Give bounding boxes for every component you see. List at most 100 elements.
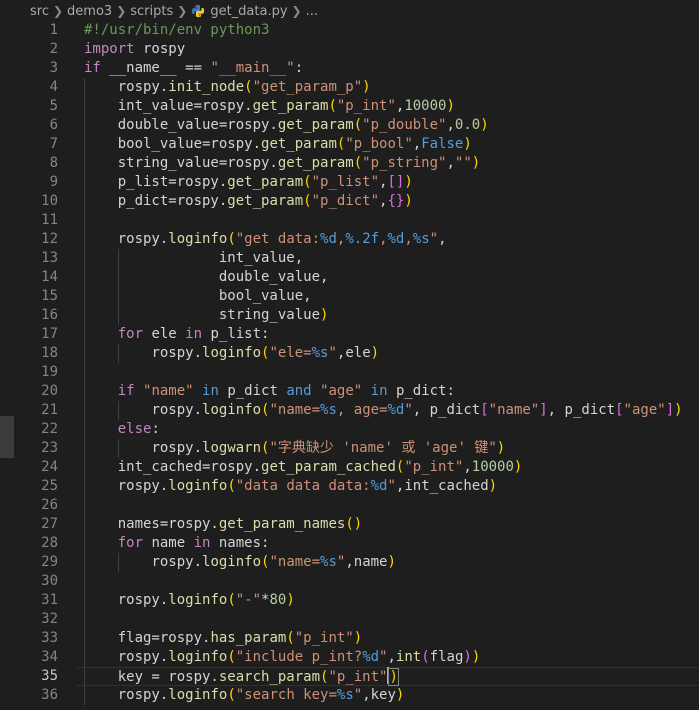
- code-token: ): [404, 174, 413, 190]
- indent-guide: [84, 135, 85, 154]
- indent-guide: [117, 439, 119, 458]
- code-token: int_value=rospy.: [117, 98, 253, 114]
- code-line[interactable]: 36 rospy.loginfo("search key=%s",key): [0, 686, 699, 705]
- breadcrumb-src[interactable]: src: [30, 4, 49, 19]
- code-token: ]: [539, 402, 548, 418]
- code-line[interactable]: 11: [0, 211, 699, 230]
- code-line[interactable]: 15 bool_value,: [0, 287, 699, 306]
- code-token: else: [117, 421, 152, 437]
- code-line[interactable]: 27 names=rospy.get_param_names(): [0, 515, 699, 534]
- code-line[interactable]: 6 double_value=rospy.get_param("p_double"…: [0, 116, 699, 135]
- code-token: rospy.: [151, 554, 203, 570]
- line-number: 10: [41, 193, 58, 209]
- breadcrumb-more[interactable]: ...: [306, 4, 318, 19]
- code-token: "": [454, 155, 472, 171]
- code-token: get_param: [277, 117, 354, 133]
- code-token: in: [202, 383, 219, 399]
- code-token: []: [387, 174, 405, 190]
- line-number: 36: [41, 687, 58, 703]
- code-line[interactable]: 2 import rospy: [0, 40, 699, 59]
- code-token: and: [286, 383, 312, 399]
- code-line[interactable]: 17 for ele in p_list:: [0, 325, 699, 344]
- code-line[interactable]: 3 if __name__ == "__main__":: [0, 59, 699, 78]
- code-line[interactable]: 35 key = rospy.search_param("p_int"): [0, 667, 699, 686]
- code-token: ): [488, 478, 498, 494]
- code-line[interactable]: 23 rospy.logwarn("字典缺少 'name' 或 'age' 键"): [0, 439, 699, 458]
- code-token: ): [471, 155, 481, 171]
- code-line[interactable]: 28 for name in names:: [0, 534, 699, 553]
- code-text: for ele in p_list:: [118, 325, 270, 344]
- code-token: "__main__": [210, 60, 295, 76]
- code-line[interactable]: 26: [0, 496, 699, 515]
- code-line[interactable]: 10 p_dict=rospy.get_param("p_dict",{}): [0, 192, 699, 211]
- indent-guide: [84, 610, 85, 629]
- code-line[interactable]: 12 rospy.loginfo("get data:%d,%.2f,%d,%s"…: [0, 230, 699, 249]
- code-token: loginfo: [168, 649, 228, 665]
- code-token: loginfo: [202, 554, 262, 570]
- code-token: p_dict=rospy.: [117, 193, 228, 209]
- indent-guide: [84, 629, 85, 648]
- code-line[interactable]: 7 bool_value=rospy.get_param("p_bool",Fal…: [0, 135, 699, 154]
- code-token: ,: [438, 231, 447, 247]
- code-token: rospy: [134, 41, 186, 57]
- code-line[interactable]: 25 rospy.loginfo("data data data:%d",int_…: [0, 477, 699, 496]
- code-token: for: [117, 535, 144, 551]
- line-number: 7: [49, 136, 58, 152]
- code-token: init_node: [168, 79, 245, 95]
- code-token: #!/usr/bin/env python3: [84, 22, 270, 38]
- indent-guide: [84, 325, 85, 344]
- indent-guide: [84, 97, 85, 116]
- line-number: 18: [41, 345, 58, 361]
- code-token: ,: [387, 649, 396, 665]
- code-line[interactable]: 14 double_value,: [0, 268, 699, 287]
- indent-guide: [84, 363, 85, 382]
- code-token: in: [370, 383, 388, 399]
- code-token: int_value,: [117, 250, 304, 266]
- code-line[interactable]: 22 else:: [0, 420, 699, 439]
- breadcrumb-scripts[interactable]: scripts: [130, 4, 173, 19]
- code-line[interactable]: 9 p_list=rospy.get_param("p_list",[]): [0, 173, 699, 192]
- code-line[interactable]: 31 rospy.loginfo("-"*80): [0, 591, 699, 610]
- breadcrumb-file[interactable]: get_data.py: [210, 4, 287, 19]
- code-line[interactable]: 33 flag=rospy.has_param("p_int"): [0, 629, 699, 648]
- code-token: "p_dict": [311, 193, 380, 209]
- chevron-right-icon: ❯: [291, 4, 302, 18]
- code-token: 10000: [471, 459, 514, 475]
- code-line[interactable]: 18 rospy.loginfo("ele=%s",ele): [0, 344, 699, 363]
- line-number: 34: [41, 649, 58, 665]
- code-token: get_param: [277, 155, 354, 171]
- code-line[interactable]: 5 int_value=rospy.get_param("p_int",10000…: [0, 97, 699, 116]
- code-line[interactable]: 34 rospy.loginfo("include p_int?%d",int(f…: [0, 648, 699, 667]
- code-line[interactable]: 16 string_value): [0, 306, 699, 325]
- indent-guide: [84, 477, 85, 496]
- code-line[interactable]: 19: [0, 363, 699, 382]
- code-line[interactable]: 24 int_cached=rospy.get_param_cached("p_i…: [0, 458, 699, 477]
- code-line[interactable]: 13 int_value,: [0, 249, 699, 268]
- code-editor[interactable]: 1 #!/usr/bin/env python3 2 import rospy 3 if …: [0, 20, 699, 710]
- code-line[interactable]: 32: [0, 610, 699, 629]
- code-token: double_value,: [117, 269, 329, 285]
- indent-guide: [84, 211, 85, 230]
- code-text: int_cached=rospy.get_param_cached("p_int…: [118, 458, 523, 477]
- code-line[interactable]: 30: [0, 572, 699, 591]
- code-text: else:: [118, 420, 160, 439]
- code-line[interactable]: 21 rospy.loginfo("name=%s, age=%d", p_dic…: [0, 401, 699, 420]
- code-line[interactable]: 20 if "name" in p_dict and "age" in p_dic…: [0, 382, 699, 401]
- code-line[interactable]: 29 rospy.loginfo("name=%s",name): [0, 553, 699, 572]
- code-line[interactable]: 1 #!/usr/bin/env python3: [0, 21, 699, 40]
- line-number: 33: [41, 630, 58, 646]
- code-text: rospy.loginfo("get data:%d,%.2f,%d,%s",: [118, 230, 447, 249]
- code-line[interactable]: 8 string_value=rospy.get_param("p_string"…: [0, 154, 699, 173]
- code-token: ): [471, 649, 481, 665]
- code-token: "name=: [269, 554, 321, 570]
- code-token: ): [387, 554, 396, 570]
- breadcrumb-demo3[interactable]: demo3: [67, 4, 112, 19]
- indent-guide: [84, 439, 85, 458]
- indent-guide: [84, 667, 85, 686]
- code-line[interactable]: 4 rospy.init_node("get_param_p"): [0, 78, 699, 97]
- line-number: 8: [49, 155, 58, 171]
- line-number: 19: [41, 364, 58, 380]
- code-token: "p_list": [311, 174, 380, 190]
- code-token: 0.0: [454, 117, 481, 133]
